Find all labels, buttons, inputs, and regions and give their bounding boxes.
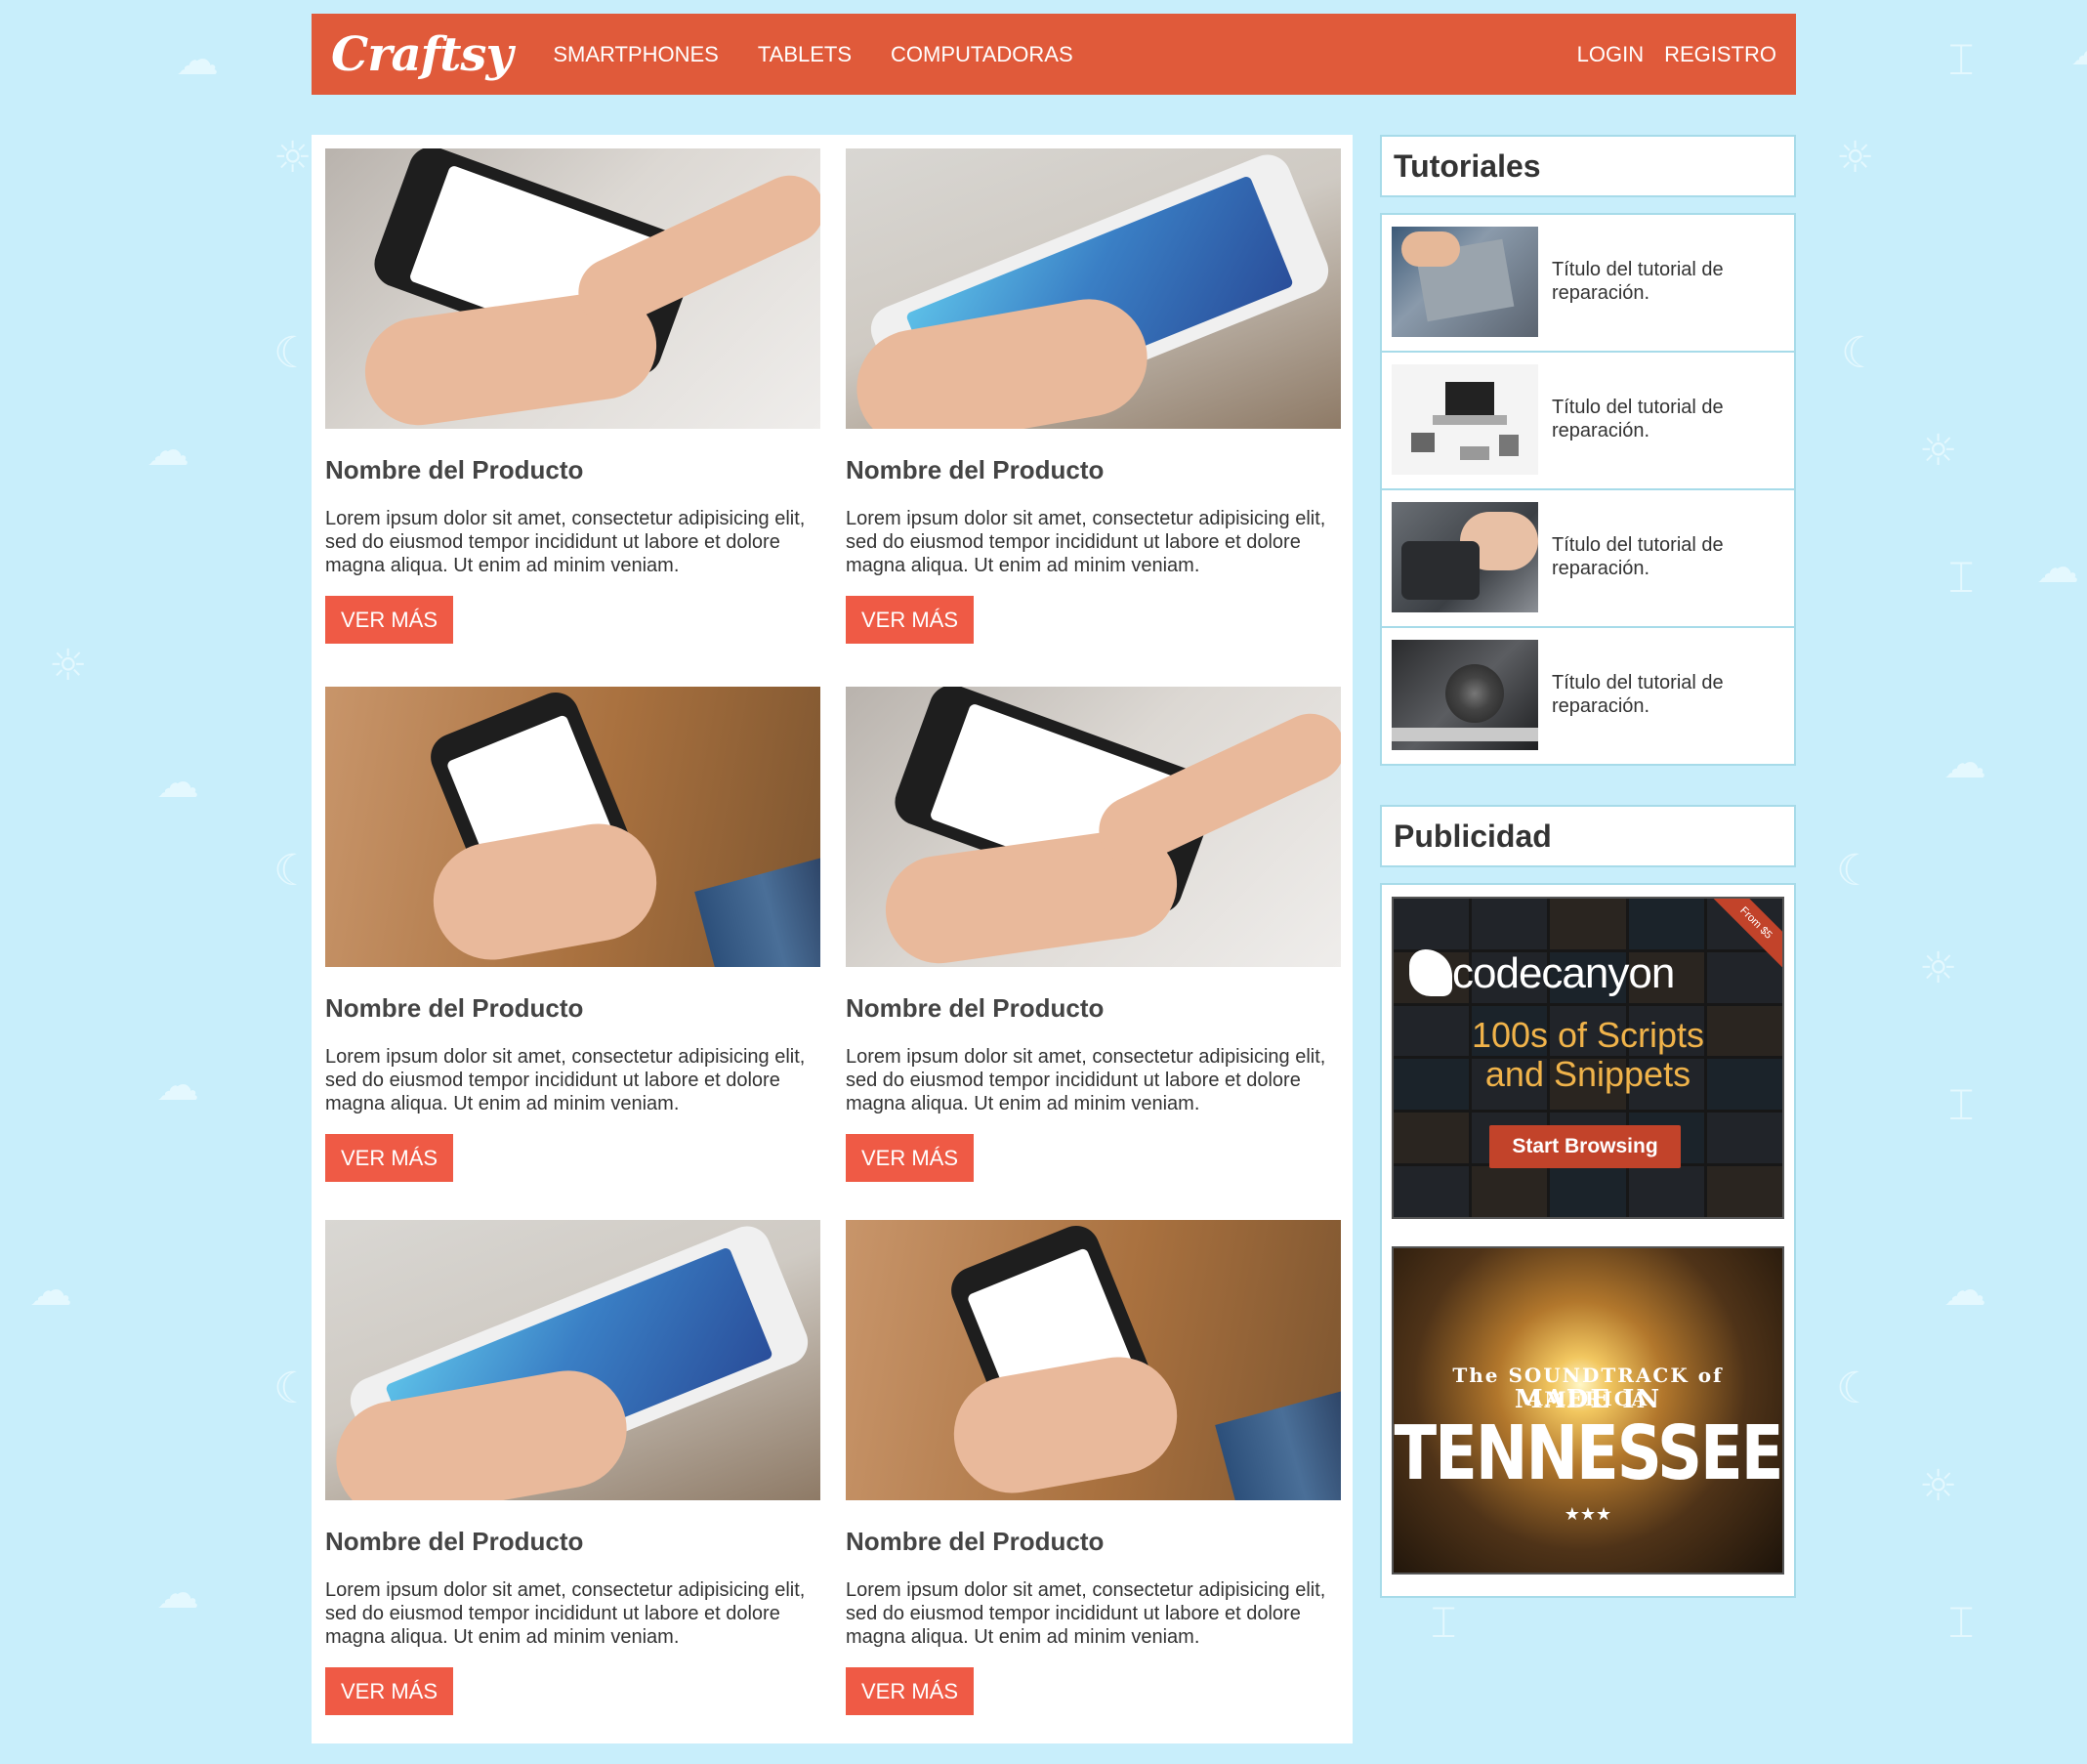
hand-shape (944, 1347, 1187, 1500)
product-card: Nombre del Producto Lorem ipsum dolor si… (846, 148, 1341, 644)
sun-icon: ☼ (1919, 1461, 1958, 1511)
sun-icon: ☼ (49, 641, 88, 691)
product-name: Nombre del Producto (325, 455, 584, 484)
ver-mas-button[interactable]: VER MÁS (846, 1134, 975, 1182)
tutorial-thumbnail[interactable] (1392, 227, 1538, 337)
sun-icon: ☼ (273, 133, 313, 183)
ver-mas-button[interactable]: VER MÁS (325, 1667, 454, 1715)
moon-icon: ☾ (1841, 328, 1880, 378)
product-description: Lorem ipsum dolor sit amet, consectetur … (325, 508, 806, 576)
nav-link-tablets[interactable]: TABLETS (758, 42, 852, 67)
product-card: Nombre del Producto Lorem ipsum dolor si… (325, 687, 820, 1182)
tutorial-item[interactable]: Título del tutorial de reparación. (1382, 353, 1794, 490)
thermometer-icon: ⌶ (1431, 1598, 1457, 1648)
ver-mas-button[interactable]: VER MÁS (325, 1134, 454, 1182)
tutorial-title[interactable]: Título del tutorial de reparación. (1552, 396, 1784, 477)
product-description: Lorem ipsum dolor sit amet, consectetur … (846, 1046, 1326, 1114)
cloud-icon: ☁ (2036, 543, 2079, 593)
tennessee-ad-middle-text: MADE IN (1514, 1385, 1662, 1414)
product-grid: Nombre del Producto Lorem ipsum dolor si… (312, 135, 1353, 1743)
ads-header: Publicidad (1380, 805, 1796, 867)
codecanyon-tagline-1: 100s of Scripts (1471, 1015, 1705, 1055)
product-card: Nombre del Producto Lorem ipsum dolor si… (325, 1220, 820, 1715)
product-name: Nombre del Producto (846, 455, 1105, 484)
product-name: Nombre del Producto (325, 1527, 584, 1556)
sleeve-shape (694, 856, 820, 967)
ads-list: codecanyon 100s of Scripts and Snippets … (1380, 883, 1796, 1598)
tutorial-thumbnail[interactable] (1392, 502, 1538, 612)
ads-title: Publicidad (1394, 818, 1552, 854)
tutorial-title[interactable]: Título del tutorial de reparación. (1552, 258, 1784, 339)
moon-icon: ☾ (273, 846, 313, 896)
codecanyon-brand: codecanyon (1452, 949, 1675, 997)
login-link[interactable]: LOGIN (1577, 42, 1644, 67)
moon-icon: ☾ (273, 1364, 313, 1413)
nav-link-smartphones[interactable]: SMARTPHONES (553, 42, 719, 67)
tutorial-thumbnail[interactable] (1392, 640, 1538, 750)
product-image[interactable] (846, 687, 1341, 967)
thermometer-icon: ⌶ (1948, 35, 1975, 85)
cloud-icon: ☁ (29, 1266, 72, 1316)
sleeve-shape (1215, 1389, 1341, 1500)
product-image[interactable] (846, 148, 1341, 429)
tutorials-title: Tutoriales (1394, 147, 1541, 184)
product-card: Nombre del Producto Lorem ipsum dolor si… (846, 687, 1341, 1182)
ver-mas-button[interactable]: VER MÁS (846, 596, 975, 644)
tutorial-item[interactable]: Título del tutorial de reparación. (1382, 628, 1794, 766)
navbar: Craftsy SMARTPHONES TABLETS COMPUTADORAS… (312, 14, 1796, 95)
moon-icon: ☾ (1836, 1364, 1875, 1413)
thermometer-icon: ⌶ (1948, 1080, 1975, 1130)
nav-account-links: LOGIN REGISTRO (1557, 42, 1776, 67)
tutorial-thumbnail[interactable] (1392, 364, 1538, 475)
tutorial-title[interactable]: Título del tutorial de reparación. (1552, 671, 1784, 754)
codecanyon-ad[interactable]: codecanyon 100s of Scripts and Snippets … (1392, 897, 1784, 1219)
product-name: Nombre del Producto (325, 993, 584, 1023)
product-description: Lorem ipsum dolor sit amet, consectetur … (846, 508, 1326, 576)
tutorials-header: Tutoriales (1380, 135, 1796, 197)
product-description: Lorem ipsum dolor sit amet, consectetur … (325, 1579, 806, 1648)
tutorials-list: Título del tutorial de reparación. Títul… (1380, 213, 1796, 766)
tutorial-item[interactable]: Título del tutorial de reparación. (1382, 490, 1794, 628)
tutorial-item[interactable]: Título del tutorial de reparación. (1382, 215, 1794, 353)
product-description: Lorem ipsum dolor sit amet, consectetur … (846, 1579, 1326, 1648)
product-image[interactable] (325, 1220, 820, 1500)
tennessee-ad-main-text: TENNESSEE (1394, 1410, 1782, 1498)
cloud-icon: ☁ (156, 1061, 199, 1111)
register-link[interactable]: REGISTRO (1664, 42, 1776, 67)
cloud-icon: ☁ (156, 1569, 199, 1618)
product-card: Nombre del Producto Lorem ipsum dolor si… (846, 1220, 1341, 1715)
ver-mas-button[interactable]: VER MÁS (846, 1667, 975, 1715)
thermometer-icon: ⌶ (1948, 1598, 1975, 1648)
start-browsing-button[interactable]: Start Browsing (1489, 1125, 1681, 1168)
sun-icon: ☼ (1919, 944, 1958, 993)
moon-icon: ☾ (273, 328, 313, 378)
cloud-icon: ☁ (176, 35, 219, 85)
cloud-icon: ☁ (146, 426, 189, 476)
cloud-icon: ☁ (2070, 29, 2087, 72)
product-image[interactable] (325, 148, 820, 429)
tennessee-ad-stars: ★★★ (1564, 1504, 1612, 1524)
moon-icon: ☾ (1836, 846, 1875, 896)
product-name: Nombre del Producto (846, 993, 1105, 1023)
craftsy-logo[interactable]: Craftsy (331, 27, 513, 82)
codecanyon-tagline-2: and Snippets (1484, 1054, 1691, 1094)
product-image[interactable] (846, 1220, 1341, 1500)
cloud-icon: ☁ (1943, 1266, 1986, 1316)
cloud-icon: ☁ (1943, 738, 1986, 788)
sun-icon: ☼ (1919, 426, 1958, 476)
product-card: Nombre del Producto Lorem ipsum dolor si… (325, 148, 820, 644)
sun-icon: ☼ (1836, 133, 1875, 183)
tutorial-title[interactable]: Título del tutorial de reparación. (1552, 533, 1784, 614)
thermometer-icon: ⌶ (1948, 553, 1975, 603)
tennessee-ad[interactable]: The SOUNDTRACK of AMERICA MADE IN TENNES… (1392, 1246, 1784, 1575)
nav-link-computadoras[interactable]: COMPUTADORAS (891, 42, 1073, 67)
product-description: Lorem ipsum dolor sit amet, consectetur … (325, 1046, 806, 1114)
cloud-icon: ☁ (156, 758, 199, 808)
product-image[interactable] (325, 687, 820, 967)
ver-mas-button[interactable]: VER MÁS (325, 596, 454, 644)
hand-shape (424, 814, 666, 967)
product-name: Nombre del Producto (846, 1527, 1105, 1556)
